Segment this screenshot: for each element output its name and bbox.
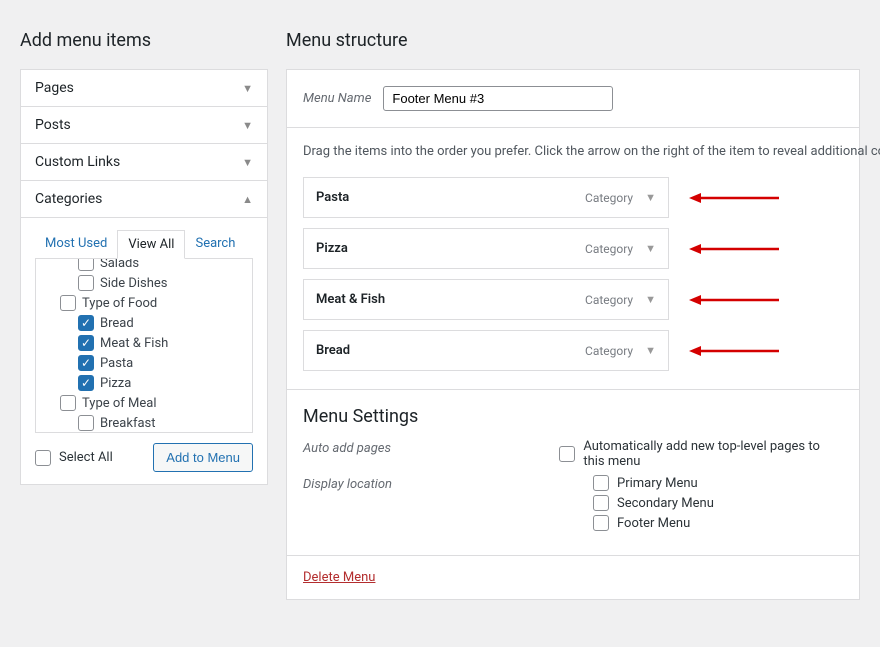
checkbox-checked-icon[interactable]: ✓ [78,355,94,371]
list-item[interactable]: ✓ Pasta [42,353,246,373]
menu-item-type: Category [585,293,633,307]
chevron-down-icon: ▼ [242,82,253,95]
footer-menu-checkbox[interactable] [593,515,609,531]
item-label: Bread [100,316,134,331]
menu-item-type: Category [585,242,633,256]
accordion-label: Custom Links [35,154,120,170]
add-menu-items-heading: Add menu items [20,30,268,51]
auto-add-pages-label: Auto add pages [303,439,559,469]
add-to-menu-button[interactable]: Add to Menu [153,443,253,472]
menu-name-label: Menu Name [303,91,371,106]
list-item[interactable]: Type of Meal [42,393,246,413]
tab-search[interactable]: Search [185,230,245,259]
chevron-up-icon: ▲ [242,193,253,206]
item-label: Meat & Fish [100,336,168,351]
checkbox-checked-icon[interactable]: ✓ [78,375,94,391]
accordion-label: Pages [35,80,74,96]
list-item[interactable]: Type of Food [42,293,246,313]
accordion-posts[interactable]: Posts ▼ [20,106,268,144]
menu-name-input[interactable] [383,86,613,111]
select-all-checkbox[interactable] [35,450,51,466]
item-label: Side Dishes [100,276,168,291]
tab-view-all[interactable]: View All [117,230,185,259]
primary-menu-checkbox[interactable] [593,475,609,491]
list-item[interactable]: ✓ Pizza [42,373,246,393]
menu-item-title: Pizza [316,241,348,256]
category-list[interactable]: Salads Side Dishes Type of Food ✓ Br [35,258,253,433]
chevron-down-icon: ▼ [242,119,253,132]
checkbox-icon[interactable] [78,415,94,431]
select-all-label: Select All [59,450,113,465]
chevron-down-icon[interactable]: ▼ [645,293,656,306]
list-item[interactable]: ✓ Bread [42,313,246,333]
tab-most-used[interactable]: Most Used [35,230,117,259]
secondary-menu-label: Secondary Menu [617,496,714,511]
accordion-label: Categories [35,191,102,207]
footer-menu-label: Footer Menu [617,516,690,531]
chevron-down-icon[interactable]: ▼ [645,191,656,204]
checkbox-checked-icon[interactable]: ✓ [78,335,94,351]
item-label: Type of Food [82,296,157,311]
menu-item[interactable]: Meat & Fish Category ▼ [303,279,669,320]
auto-add-checkbox[interactable] [559,446,575,462]
menu-item-title: Meat & Fish [316,292,385,307]
menu-item-title: Pasta [316,190,349,205]
item-label: Breakfast [100,416,156,431]
list-item[interactable]: ✓ Meat & Fish [42,333,246,353]
auto-add-option-label: Automatically add new top-level pages to… [583,439,843,469]
primary-menu-label: Primary Menu [617,476,698,491]
display-location-label: Display location [303,475,593,531]
chevron-down-icon[interactable]: ▼ [645,344,656,357]
menu-item[interactable]: Pizza Category ▼ [303,228,669,269]
checkbox-icon[interactable] [78,258,94,271]
item-label: Pasta [100,356,133,371]
drag-instruction: Drag the items into the order you prefer… [303,144,843,159]
item-label: Salads [100,258,139,271]
accordion-categories[interactable]: Categories ▲ Most Used View All Search S… [20,180,268,485]
arrow-left-icon [689,192,779,204]
checkbox-icon[interactable] [78,275,94,291]
menu-item[interactable]: Bread Category ▼ [303,330,669,371]
arrow-left-icon [689,345,779,357]
checkbox-checked-icon[interactable]: ✓ [78,315,94,331]
secondary-menu-checkbox[interactable] [593,495,609,511]
menu-structure-heading: Menu structure [286,30,860,51]
chevron-down-icon[interactable]: ▼ [645,242,656,255]
menu-item-type: Category [585,344,633,358]
checkbox-icon[interactable] [60,395,76,411]
accordion-label: Posts [35,117,71,133]
menu-item-type: Category [585,191,633,205]
item-label: Pizza [100,376,131,391]
chevron-down-icon: ▼ [242,156,253,169]
item-label: Type of Meal [82,396,157,411]
menu-item-title: Bread [316,343,350,358]
list-item[interactable]: Breakfast [42,413,246,433]
arrow-left-icon [689,243,779,255]
menu-item[interactable]: Pasta Category ▼ [303,177,669,218]
accordion-pages[interactable]: Pages ▼ [20,69,268,107]
arrow-left-icon [689,294,779,306]
checkbox-icon[interactable] [60,295,76,311]
list-item[interactable]: Side Dishes [42,273,246,293]
delete-menu-link[interactable]: Delete Menu [303,570,375,585]
list-item[interactable]: Salads [42,258,246,273]
menu-settings-heading: Menu Settings [303,406,843,427]
accordion-custom-links[interactable]: Custom Links ▼ [20,143,268,181]
